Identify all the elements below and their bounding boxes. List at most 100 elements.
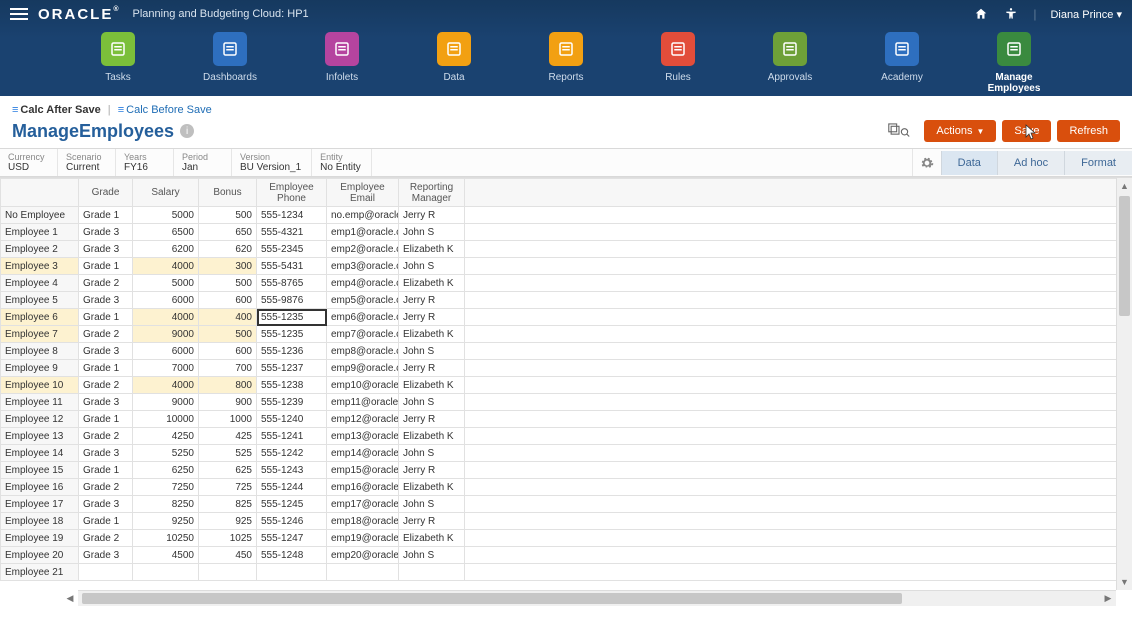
find-icon[interactable] [888, 123, 908, 139]
cell-grade[interactable]: Grade 3 [79, 445, 133, 462]
scroll-thumb[interactable] [1119, 196, 1130, 316]
cell-mgr[interactable]: Elizabeth K [399, 479, 465, 496]
table-row[interactable]: Employee 6Grade 14000400555-1235emp6@ora… [1, 309, 1132, 326]
cell-emp[interactable]: No Employee [1, 207, 79, 224]
cell-phone[interactable]: 555-1245 [257, 496, 327, 513]
table-row[interactable]: Employee 2Grade 36200620555-2345emp2@ora… [1, 241, 1132, 258]
cell-bonus[interactable]: 425 [199, 428, 257, 445]
cell-emp[interactable]: Employee 13 [1, 428, 79, 445]
cell-salary[interactable]: 4000 [133, 258, 199, 275]
cell-bonus[interactable]: 650 [199, 224, 257, 241]
cell-salary[interactable]: 6250 [133, 462, 199, 479]
cell-blank[interactable] [465, 394, 1132, 411]
cell-salary[interactable]: 5000 [133, 207, 199, 224]
menu-icon[interactable] [10, 5, 28, 23]
scroll-left-icon[interactable]: ◀ [62, 591, 78, 606]
nav-tile-data[interactable]: Data [418, 32, 490, 94]
nav-tile-manage-employees[interactable]: Manage Employees [978, 32, 1050, 94]
cell-grade[interactable]: Grade 1 [79, 258, 133, 275]
cell-email[interactable]: emp20@oracle.c [327, 547, 399, 564]
calc-after-save-link[interactable]: Calc After Save [20, 104, 100, 116]
col-header[interactable]: EmployeeEmail [327, 179, 399, 207]
cell-blank[interactable] [465, 241, 1132, 258]
cell-emp[interactable]: Employee 3 [1, 258, 79, 275]
cell-blank[interactable] [465, 428, 1132, 445]
cell-email[interactable]: emp16@oracle.c [327, 479, 399, 496]
table-row[interactable]: Employee 18Grade 19250925555-1246emp18@o… [1, 513, 1132, 530]
cell-blank[interactable] [465, 326, 1132, 343]
cell-blank[interactable] [465, 564, 1132, 581]
cell-salary[interactable]: 7250 [133, 479, 199, 496]
home-icon[interactable] [973, 6, 989, 22]
cell-phone[interactable]: 555-2345 [257, 241, 327, 258]
cell-mgr[interactable]: Jerry R [399, 513, 465, 530]
table-row[interactable]: Employee 7Grade 29000500555-1235emp7@ora… [1, 326, 1132, 343]
cell-bonus[interactable]: 625 [199, 462, 257, 479]
cell-bonus[interactable]: 500 [199, 207, 257, 224]
pov-version[interactable]: VersionBU Version_1 [232, 149, 312, 176]
cell-grade[interactable]: Grade 2 [79, 326, 133, 343]
cell-phone[interactable]: 555-1238 [257, 377, 327, 394]
table-row[interactable]: Employee 19Grade 2102501025555-1247emp19… [1, 530, 1132, 547]
save-button[interactable]: Save [1002, 120, 1051, 142]
cell-emp[interactable]: Employee 20 [1, 547, 79, 564]
cell-grade[interactable]: Grade 3 [79, 547, 133, 564]
nav-tile-rules[interactable]: Rules [642, 32, 714, 94]
cell-salary[interactable]: 4000 [133, 377, 199, 394]
calc-before-save-link[interactable]: Calc Before Save [126, 104, 212, 116]
cell-email[interactable]: emp3@oracle.co [327, 258, 399, 275]
cell-bonus[interactable]: 300 [199, 258, 257, 275]
col-header[interactable]: Salary [133, 179, 199, 207]
col-header[interactable]: ReportingManager [399, 179, 465, 207]
cell-phone[interactable]: 555-1244 [257, 479, 327, 496]
cell-phone[interactable]: 555-8765 [257, 275, 327, 292]
cell-email[interactable]: emp15@oracle.c [327, 462, 399, 479]
cell-email[interactable]: emp1@oracle.co [327, 224, 399, 241]
pov-scenario[interactable]: ScenarioCurrent [58, 149, 116, 176]
cell-emp[interactable]: Employee 6 [1, 309, 79, 326]
cell-mgr[interactable]: Jerry R [399, 207, 465, 224]
cell-grade[interactable]: Grade 3 [79, 224, 133, 241]
cell-bonus[interactable]: 525 [199, 445, 257, 462]
cell-bonus[interactable]: 825 [199, 496, 257, 513]
cell-salary[interactable]: 4250 [133, 428, 199, 445]
cell-grade[interactable]: Grade 1 [79, 309, 133, 326]
cell-mgr[interactable]: Jerry R [399, 292, 465, 309]
table-row[interactable]: Employee 17Grade 38250825555-1245emp17@o… [1, 496, 1132, 513]
pov-years[interactable]: YearsFY16 [116, 149, 174, 176]
cell-grade[interactable]: Grade 3 [79, 496, 133, 513]
cell-blank[interactable] [465, 479, 1132, 496]
pov-period[interactable]: PeriodJan [174, 149, 232, 176]
cell-phone[interactable]: 555-1246 [257, 513, 327, 530]
cell-grade[interactable]: Grade 2 [79, 377, 133, 394]
cell-emp[interactable]: Employee 5 [1, 292, 79, 309]
cell-mgr[interactable] [399, 564, 465, 581]
nav-tile-academy[interactable]: Academy [866, 32, 938, 94]
cell-grade[interactable]: Grade 3 [79, 292, 133, 309]
nav-tile-reports[interactable]: Reports [530, 32, 602, 94]
cell-salary[interactable]: 9000 [133, 394, 199, 411]
table-row[interactable]: Employee 15Grade 16250625555-1243emp15@o… [1, 462, 1132, 479]
cell-salary[interactable]: 6000 [133, 292, 199, 309]
cell-salary[interactable]: 8250 [133, 496, 199, 513]
cell-mgr[interactable]: Elizabeth K [399, 326, 465, 343]
table-row[interactable]: Employee 1Grade 36500650555-4321emp1@ora… [1, 224, 1132, 241]
cell-grade[interactable]: Grade 1 [79, 411, 133, 428]
cell-bonus[interactable]: 500 [199, 275, 257, 292]
cell-phone[interactable]: 555-1237 [257, 360, 327, 377]
cell-email[interactable]: emp8@oracle.co [327, 343, 399, 360]
cell-salary[interactable]: 6200 [133, 241, 199, 258]
cell-blank[interactable] [465, 496, 1132, 513]
cell-mgr[interactable]: Jerry R [399, 411, 465, 428]
cell-mgr[interactable]: John S [399, 496, 465, 513]
cell-email[interactable]: emp19@oracle.c [327, 530, 399, 547]
cell-emp[interactable]: Employee 18 [1, 513, 79, 530]
col-header[interactable]: Grade [79, 179, 133, 207]
cell-salary[interactable]: 7000 [133, 360, 199, 377]
cell-bonus[interactable]: 500 [199, 326, 257, 343]
table-row[interactable]: Employee 11Grade 39000900555-1239emp11@o… [1, 394, 1132, 411]
cell-mgr[interactable]: Elizabeth K [399, 428, 465, 445]
cell-phone[interactable]: 555-1235 [257, 326, 327, 343]
cell-email[interactable] [327, 564, 399, 581]
cell-bonus[interactable]: 800 [199, 377, 257, 394]
